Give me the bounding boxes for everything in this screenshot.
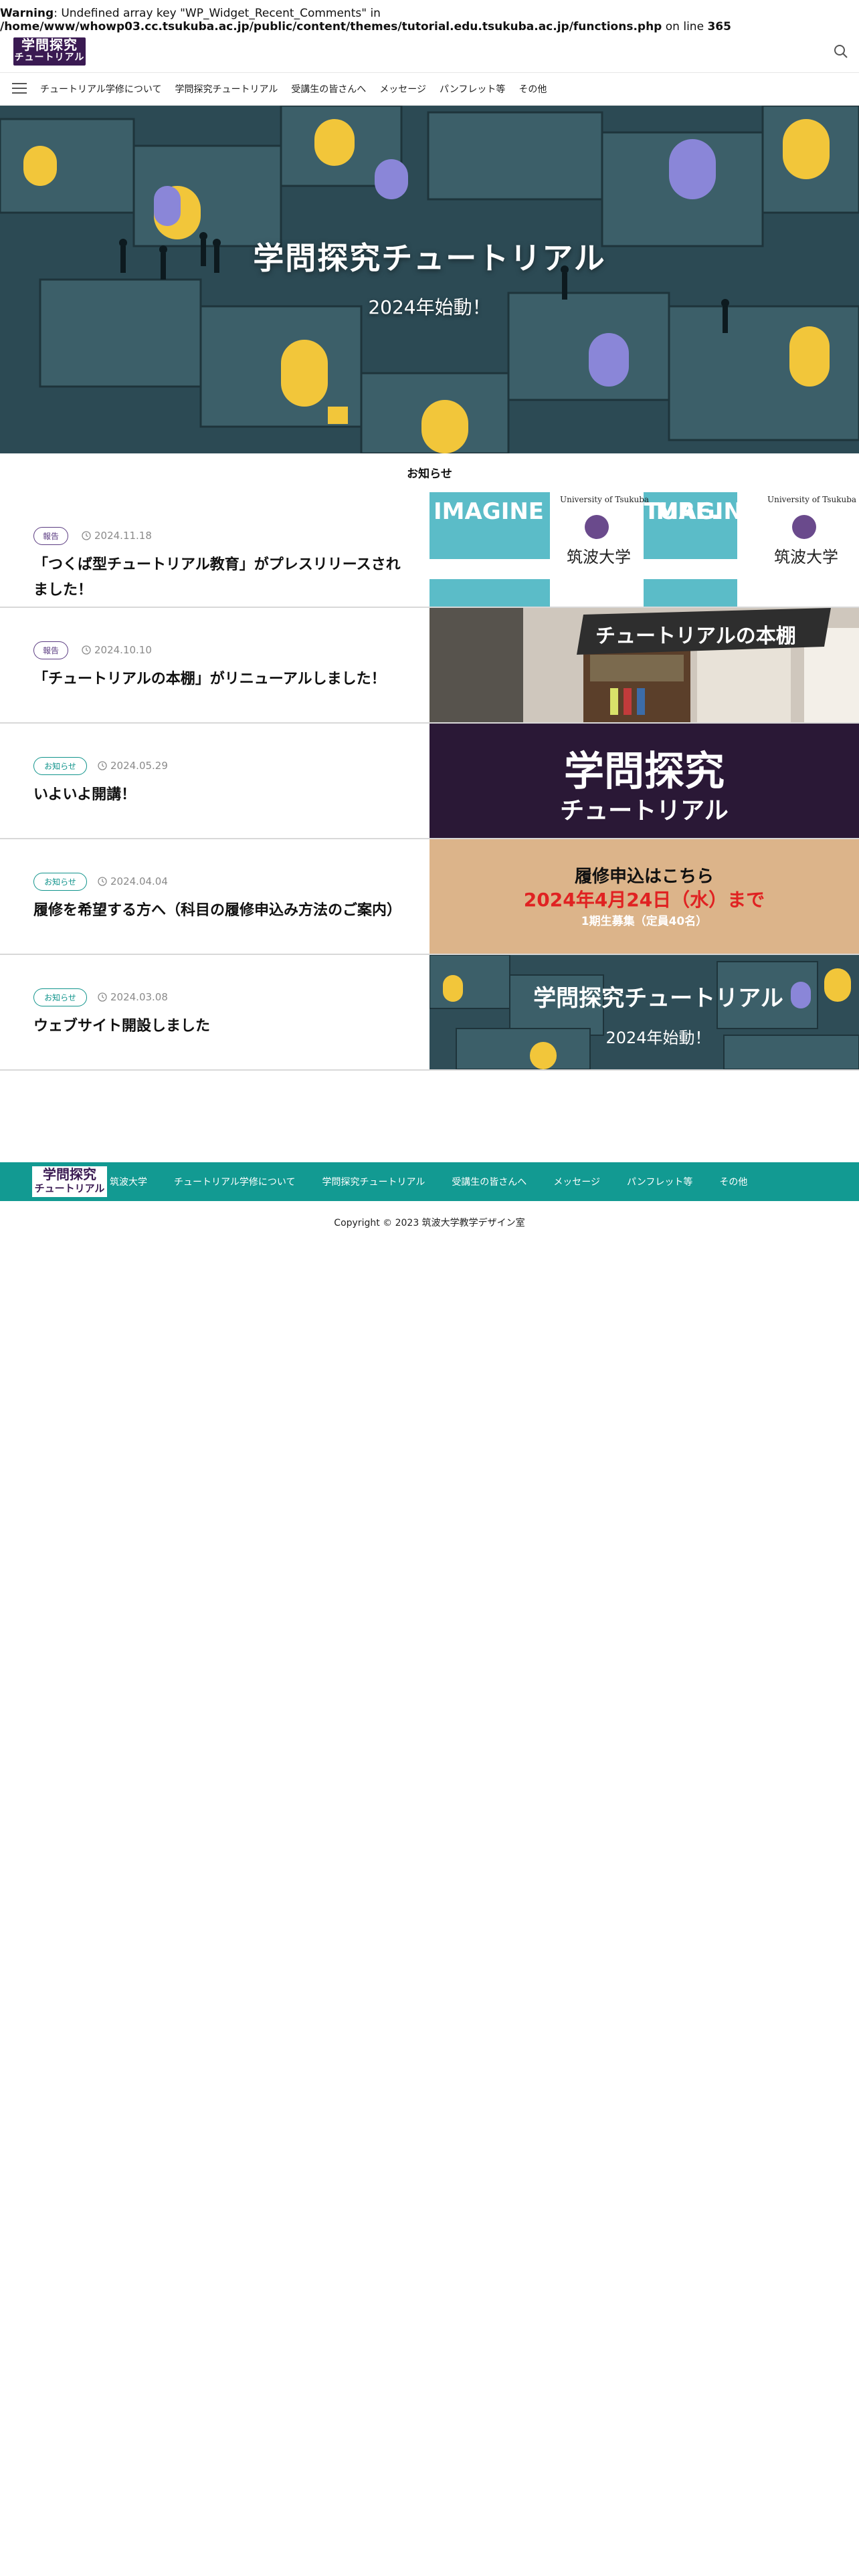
news-thumbnail[interactable]: IMAGINE THE FUTURE. IMAGINE THE FUTURE. … bbox=[430, 492, 859, 607]
nav-item-other[interactable]: その他 bbox=[518, 82, 547, 96]
news-date-text: 2024.11.18 bbox=[94, 530, 152, 542]
news-item-4[interactable]: お知らせ 2024.04.04 履修を希望する方へ（科目の履修申込み方法のご案内… bbox=[0, 839, 859, 955]
search-button[interactable] bbox=[831, 41, 851, 62]
category-badge: お知らせ bbox=[33, 988, 87, 1006]
news-thumbnail[interactable]: チュートリアルの本棚 bbox=[430, 608, 859, 722]
clock-icon bbox=[98, 992, 107, 1002]
search-icon bbox=[834, 45, 848, 58]
footer-link-tutorial-study[interactable]: チュートリアル学修について bbox=[174, 1175, 295, 1188]
news-date-text: 2024.10.10 bbox=[94, 644, 152, 656]
news-date-text: 2024.04.04 bbox=[110, 875, 168, 887]
warning-text-2: on line bbox=[662, 20, 708, 33]
footer-link-tsukuba[interactable]: 筑波大学 bbox=[110, 1175, 147, 1188]
news-thumbnail[interactable]: 学問探究チュートリアル 2024年始動！ bbox=[430, 955, 859, 1069]
hero-illustration bbox=[0, 106, 859, 453]
news-section-title: お知らせ bbox=[407, 467, 452, 481]
footer-link-other[interactable]: その他 bbox=[719, 1175, 747, 1188]
site-logo[interactable]: 学問探究 チュートリアル bbox=[13, 37, 86, 66]
site-footer: 学問探究 チュートリアル 筑波大学 チュートリアル学修について 学問探究チュート… bbox=[0, 1162, 859, 1201]
news-item-text: お知らせ 2024.03.08 ウェブサイト開設しました bbox=[0, 955, 430, 1069]
clock-icon bbox=[82, 645, 91, 655]
news-item-1[interactable]: 報告 2024.11.18 「つくば型チュートリアル教育」がプレスリリースされま… bbox=[0, 492, 859, 608]
news-list: 報告 2024.11.18 「つくば型チュートリアル教育」がプレスリリースされま… bbox=[0, 492, 859, 1071]
thumb3-line1: 学問探究 bbox=[564, 748, 725, 795]
news-thumbnail-image: 履修申込はこちら 2024年4月24日（水）まで 1期生募集（定員40名） bbox=[430, 839, 859, 954]
footer-nav: 筑波大学 チュートリアル学修について 学問探究チュートリアル 受講生の皆さんへ … bbox=[110, 1162, 774, 1201]
warning-label: Warning bbox=[0, 7, 54, 20]
php-warning: Warning: Undefined array key "WP_Widget_… bbox=[0, 7, 859, 33]
footer-link-message[interactable]: メッセージ bbox=[553, 1175, 600, 1188]
hero-title: 学問探究チュートリアル bbox=[253, 240, 606, 276]
news-date: 2024.04.04 bbox=[98, 875, 168, 887]
news-date: 2024.10.10 bbox=[82, 644, 152, 656]
thumb1-univ-en-1: University of Tsukuba bbox=[560, 495, 649, 504]
footer-link-students[interactable]: 受講生の皆さんへ bbox=[452, 1175, 527, 1188]
news-title[interactable]: 「つくば型チュートリアル教育」がプレスリリースされました！ bbox=[33, 552, 408, 603]
category-badge: 報告 bbox=[33, 527, 68, 545]
copyright: Copyright © 2023 筑波大学教学デザイン室 bbox=[334, 1218, 525, 1228]
news-title[interactable]: ウェブサイト開設しました bbox=[33, 1014, 408, 1039]
thumb1-univ-2: 筑波大学 bbox=[774, 548, 838, 566]
thumb1-univ-en-2: University of Tsukuba bbox=[767, 495, 856, 504]
news-item-text: 報告 2024.10.10 「チュートリアルの本棚」がリニューアルしました！ bbox=[0, 608, 430, 722]
hero-banner: 学問探究チュートリアル 2024年始動！ bbox=[0, 106, 859, 453]
news-thumbnail[interactable]: 履修申込はこちら 2024年4月24日（水）まで 1期生募集（定員40名） bbox=[430, 839, 859, 954]
news-thumbnail-image: 学問探究 チュートリアル bbox=[430, 724, 859, 838]
news-item-text: お知らせ 2024.04.04 履修を希望する方へ（科目の履修申込み方法のご案内… bbox=[0, 839, 430, 954]
news-item-text: お知らせ 2024.05.29 いよいよ開講！ bbox=[0, 724, 430, 838]
thumb4-line1: 履修申込はこちら bbox=[575, 866, 714, 887]
nav-item-students[interactable]: 受講生の皆さんへ bbox=[291, 82, 366, 96]
thumb4-line3: 1期生募集（定員40名） bbox=[581, 914, 708, 928]
clock-icon bbox=[82, 531, 91, 540]
news-thumbnail-image: チュートリアルの本棚 bbox=[430, 608, 859, 722]
news-date-text: 2024.05.29 bbox=[110, 760, 168, 772]
news-item-text: 報告 2024.11.18 「つくば型チュートリアル教育」がプレスリリースされま… bbox=[0, 492, 430, 607]
nav-item-pamphlet[interactable]: パンフレット等 bbox=[440, 82, 505, 96]
thumb5-subtitle: 2024年始動！ bbox=[605, 1029, 710, 1047]
warning-text: : Undefined array key "WP_Widget_Recent_… bbox=[54, 7, 381, 20]
warning-line: 365 bbox=[707, 20, 731, 33]
main-nav: チュートリアル学修について 学問探究チュートリアル 受講生の皆さんへ メッセージ… bbox=[0, 72, 859, 106]
thumb4-line2: 2024年4月24日（水）まで bbox=[524, 889, 765, 911]
news-date: 2024.05.29 bbox=[98, 760, 168, 772]
clock-icon bbox=[98, 761, 107, 770]
news-title[interactable]: 履修を希望する方へ（科目の履修申込み方法のご案内） bbox=[33, 898, 408, 924]
footer-link-pamphlet[interactable]: パンフレット等 bbox=[627, 1175, 692, 1188]
category-badge: お知らせ bbox=[33, 757, 87, 775]
news-item-5[interactable]: お知らせ 2024.03.08 ウェブサイト開設しました 学問探究チュートリアル… bbox=[0, 955, 859, 1071]
thumb3-line2: チュートリアル bbox=[560, 797, 729, 825]
nav-item-message[interactable]: メッセージ bbox=[379, 82, 426, 96]
thumb1-univ-1: 筑波大学 bbox=[567, 548, 631, 566]
news-item-2[interactable]: 報告 2024.10.10 「チュートリアルの本棚」がリニューアルしました！ チ… bbox=[0, 608, 859, 724]
news-thumbnail[interactable]: 学問探究 チュートリアル bbox=[430, 724, 859, 838]
footer-logo-line1: 学問探究 bbox=[43, 1166, 96, 1182]
thumb5-title: 学問探究チュートリアル bbox=[533, 985, 783, 1012]
footer-logo[interactable]: 学問探究 チュートリアル bbox=[32, 1166, 107, 1197]
category-badge: お知らせ bbox=[33, 873, 87, 891]
nav-items: チュートリアル学修について 学問探究チュートリアル 受講生の皆さんへ メッセージ… bbox=[40, 73, 560, 105]
news-thumbnail-image: IMAGINE THE FUTURE. IMAGINE THE FUTURE. … bbox=[430, 492, 859, 607]
news-item-3[interactable]: お知らせ 2024.05.29 いよいよ開講！ 学問探究 チュートリアル bbox=[0, 724, 859, 839]
footer-logo-line2: チュートリアル bbox=[34, 1182, 105, 1194]
hero-subtitle: 2024年始動！ bbox=[368, 296, 491, 318]
news-title[interactable]: いよいよ開講！ bbox=[33, 782, 408, 808]
news-thumbnail-image: 学問探究チュートリアル 2024年始動！ bbox=[430, 955, 859, 1069]
hamburger-icon[interactable] bbox=[12, 83, 27, 95]
news-date-text: 2024.03.08 bbox=[110, 991, 168, 1003]
nav-item-inquiry-tutorial[interactable]: 学問探究チュートリアル bbox=[175, 82, 278, 96]
site-header: 学問探究 チュートリアル bbox=[0, 35, 859, 72]
warning-path: /home/www/whowp03.cc.tsukuba.ac.jp/publi… bbox=[0, 20, 662, 33]
logo-line2: チュートリアル bbox=[14, 52, 85, 63]
category-badge: 報告 bbox=[33, 641, 68, 659]
nav-item-tutorial-study[interactable]: チュートリアル学修について bbox=[40, 82, 161, 96]
logo-line1: 学問探究 bbox=[21, 37, 78, 53]
news-title[interactable]: 「チュートリアルの本棚」がリニューアルしました！ bbox=[33, 667, 408, 692]
thumb2-banner: チュートリアルの本棚 bbox=[595, 625, 796, 648]
news-date: 2024.03.08 bbox=[98, 991, 168, 1003]
clock-icon bbox=[98, 877, 107, 886]
news-date: 2024.11.18 bbox=[82, 530, 152, 542]
footer-link-inquiry-tutorial[interactable]: 学問探究チュートリアル bbox=[322, 1175, 425, 1188]
